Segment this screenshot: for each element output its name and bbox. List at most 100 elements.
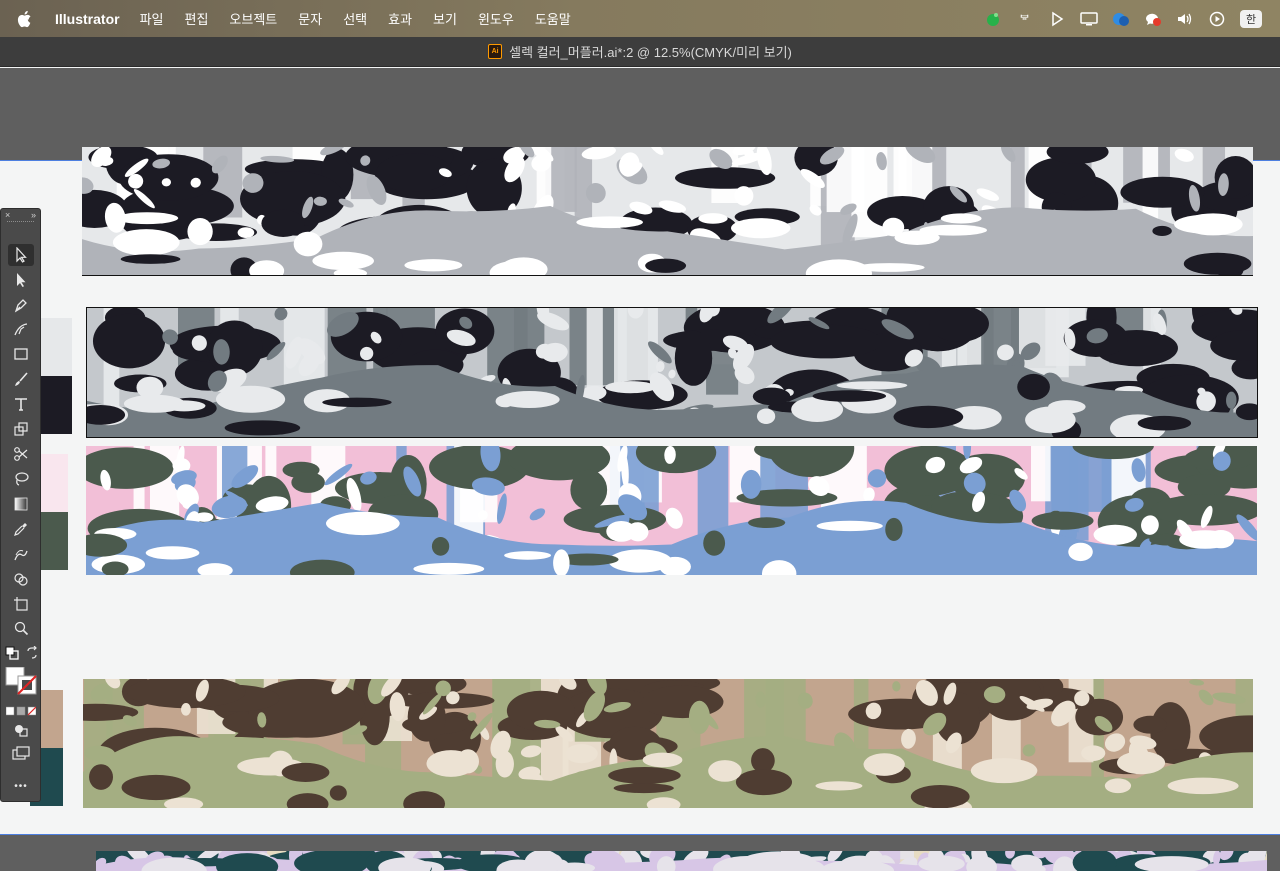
ground-shape: [294, 851, 369, 871]
ground-shape: [1167, 777, 1239, 795]
menu-help[interactable]: 도움말: [535, 9, 571, 28]
menu-window[interactable]: 윈도우: [478, 9, 514, 28]
ground-shape: [195, 512, 214, 522]
artwork-strip-2[interactable]: [86, 307, 1258, 438]
ground-shape: [816, 520, 883, 532]
shape-builder-tool[interactable]: [8, 568, 34, 590]
artwork-strip-1[interactable]: [82, 147, 1253, 276]
ground-shape: [608, 766, 681, 784]
artboard-tool[interactable]: [8, 593, 34, 615]
ground-shape: [970, 758, 1038, 784]
gradient-tool[interactable]: [8, 493, 34, 515]
ground-shape: [495, 750, 514, 778]
menu-view[interactable]: 보기: [433, 9, 457, 28]
ground-shape: [698, 213, 728, 224]
input-source-indicator[interactable]: 한: [1240, 9, 1262, 28]
draw-mode-icon[interactable]: [8, 719, 34, 741]
tree-trunk: [551, 147, 577, 212]
paintbrush-tool[interactable]: [8, 368, 34, 390]
fill-stroke-widget[interactable]: [5, 666, 39, 697]
foliage-shape: [247, 679, 366, 738]
ground-shape: [498, 391, 560, 409]
kakaotalk-icon[interactable]: ᄫ: [1016, 10, 1034, 28]
foliage-shape: [674, 330, 713, 386]
bluetooth-app-icon[interactable]: [1112, 10, 1130, 28]
ground-shape: [812, 390, 887, 402]
illustrator-document-icon: Ai: [488, 44, 503, 59]
foliage-shape: [92, 313, 166, 369]
menu-effect[interactable]: 효과: [388, 9, 412, 28]
swap-fill-stroke-icon[interactable]: [25, 645, 39, 660]
ground-shape: [1152, 225, 1172, 237]
ground-shape: [123, 394, 186, 413]
ground-shape: [237, 227, 255, 238]
scissors-tool[interactable]: [8, 443, 34, 465]
play-triangle-icon[interactable]: [1048, 10, 1066, 28]
ground-shape: [329, 785, 347, 801]
screen-mode-icon[interactable]: [8, 742, 34, 764]
ground-shape: [115, 212, 179, 225]
default-fill-stroke-icon[interactable]: [5, 646, 19, 660]
collapse-panel-button[interactable]: »: [31, 210, 36, 220]
artwork-strip-5[interactable]: [96, 851, 1267, 871]
volume-icon[interactable]: [1176, 10, 1194, 28]
ground-shape: [1025, 406, 1076, 434]
close-panel-button[interactable]: ×: [5, 210, 10, 220]
ground-shape: [1081, 745, 1106, 761]
menu-edit[interactable]: 편집: [185, 9, 209, 28]
ground-shape: [748, 517, 786, 529]
menu-type[interactable]: 문자: [298, 9, 322, 28]
display-icon[interactable]: [1080, 10, 1098, 28]
green-app-icon[interactable]: [984, 10, 1002, 28]
guide-line-bottom[interactable]: [0, 834, 1280, 835]
eyedropper-tool[interactable]: [8, 518, 34, 540]
more-tools-button[interactable]: •••: [8, 775, 34, 797]
artwork-strip-3[interactable]: [86, 446, 1257, 575]
ground-shape: [910, 784, 970, 808]
zoom-tool[interactable]: [8, 617, 34, 639]
svg-text:ᄫ: ᄫ: [1019, 13, 1030, 27]
artwork-strip-4[interactable]: [83, 679, 1253, 808]
ground-shape: [293, 231, 323, 257]
ground-shape: [645, 258, 687, 273]
notification-app-icon[interactable]: [1144, 10, 1162, 28]
scale-tool[interactable]: [8, 418, 34, 440]
ground-shape: [1017, 373, 1050, 401]
ground-shape: [608, 549, 672, 573]
curvature-tool[interactable]: [8, 318, 34, 340]
blend-tool[interactable]: [8, 543, 34, 565]
pen-tool[interactable]: [8, 294, 34, 316]
app-name[interactable]: Illustrator: [55, 11, 120, 27]
lasso-tool[interactable]: [8, 468, 34, 490]
play-circle-icon[interactable]: [1208, 10, 1226, 28]
ground-shape: [606, 520, 637, 542]
foliage-shape: [291, 471, 325, 493]
ground-shape: [576, 216, 643, 229]
ground-shape: [854, 263, 925, 272]
ground-shape: [145, 546, 200, 560]
ground-shape: [404, 259, 463, 272]
ground-shape: [1068, 542, 1093, 562]
ground-shape: [224, 420, 301, 436]
direct-selection-tool[interactable]: [8, 269, 34, 291]
tools-panel-header: × »: [1, 209, 40, 221]
type-tool[interactable]: [8, 393, 34, 415]
menu-file[interactable]: 파일: [140, 9, 164, 28]
tools-panel: × » •••: [0, 208, 41, 802]
foliage-shape: [1133, 715, 1167, 734]
panel-grip[interactable]: [7, 221, 34, 229]
ground-shape: [836, 381, 908, 390]
color-mode-buttons[interactable]: [5, 703, 37, 716]
ground-shape: [1117, 751, 1166, 775]
selection-tool[interactable]: [8, 244, 34, 266]
rectangle-tool[interactable]: [8, 343, 34, 365]
ground-shape: [1137, 415, 1192, 431]
ground-shape: [940, 213, 982, 224]
ground-shape: [893, 405, 964, 429]
menu-object[interactable]: 오브젝트: [229, 9, 277, 28]
ground-shape: [1104, 778, 1132, 794]
apple-logo-icon[interactable]: [17, 10, 39, 28]
menu-select[interactable]: 선택: [343, 9, 367, 28]
ground-shape: [112, 229, 180, 256]
ground-shape: [504, 551, 552, 560]
